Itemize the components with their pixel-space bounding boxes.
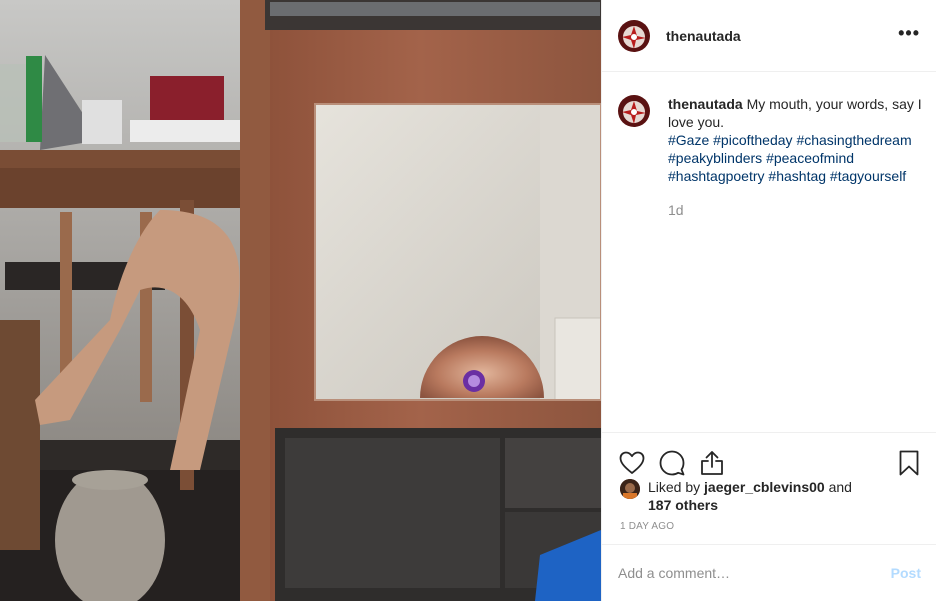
instagram-post-modal: thenautada ••• thenautada My mouth, your…: [0, 0, 936, 601]
hashtag-link[interactable]: #chasingthedream: [796, 132, 911, 148]
caption-age: 1d: [668, 202, 684, 218]
more-options-icon[interactable]: •••: [898, 24, 920, 44]
hashtag-link[interactable]: #peaceofmind: [766, 150, 854, 166]
author-avatar[interactable]: [618, 19, 650, 52]
hashtag-link[interactable]: #hashtag: [768, 168, 826, 184]
bookmark-icon[interactable]: [895, 449, 923, 477]
heart-icon[interactable]: [618, 449, 646, 477]
comment-form: Post: [602, 544, 936, 601]
caption-avatar[interactable]: [618, 95, 650, 127]
likes-joiner: and: [828, 479, 852, 495]
likes-prefix: Liked by: [648, 479, 701, 495]
post-header: thenautada •••: [602, 0, 936, 72]
author-username[interactable]: thenautada: [666, 28, 741, 44]
avatar-image: [618, 19, 650, 52]
caption-username[interactable]: thenautada: [668, 96, 743, 112]
comment-input[interactable]: [618, 565, 891, 581]
hashtag-link[interactable]: #hashtagpoetry: [668, 168, 765, 184]
liker-avatar[interactable]: [620, 479, 640, 499]
likes-summary: Liked by jaeger_cblevins00 and 187 other…: [620, 478, 852, 514]
comment-bubble-icon[interactable]: [658, 449, 686, 477]
post-photo-image: [0, 0, 601, 601]
caption-text: thenautada My mouth, your words, say I l…: [668, 95, 928, 219]
liker-username[interactable]: jaeger_cblevins00: [704, 479, 825, 495]
hashtag-link[interactable]: #peakyblinders: [668, 150, 762, 166]
caption-block: thenautada My mouth, your words, say I l…: [618, 95, 928, 219]
hashtag-link[interactable]: #picoftheday: [713, 132, 792, 148]
post-details-panel: thenautada ••• thenautada My mouth, your…: [601, 0, 936, 601]
liker-avatar-image: [620, 479, 640, 499]
share-icon[interactable]: [698, 449, 726, 477]
hashtag-list: #Gaze #picoftheday #chasingthedream #pea…: [668, 131, 928, 185]
post-comment-button[interactable]: Post: [891, 565, 921, 581]
hashtag-link[interactable]: #tagyourself: [830, 168, 906, 184]
post-timestamp[interactable]: 1 DAY AGO: [620, 521, 674, 532]
avatar-image: [618, 95, 650, 127]
hashtag-link[interactable]: #Gaze: [668, 132, 709, 148]
likes-others-link[interactable]: 187 others: [648, 497, 718, 513]
post-photo[interactable]: [0, 0, 601, 601]
action-bar: [602, 432, 936, 484]
likes-text: Liked by jaeger_cblevins00 and 187 other…: [648, 478, 852, 514]
